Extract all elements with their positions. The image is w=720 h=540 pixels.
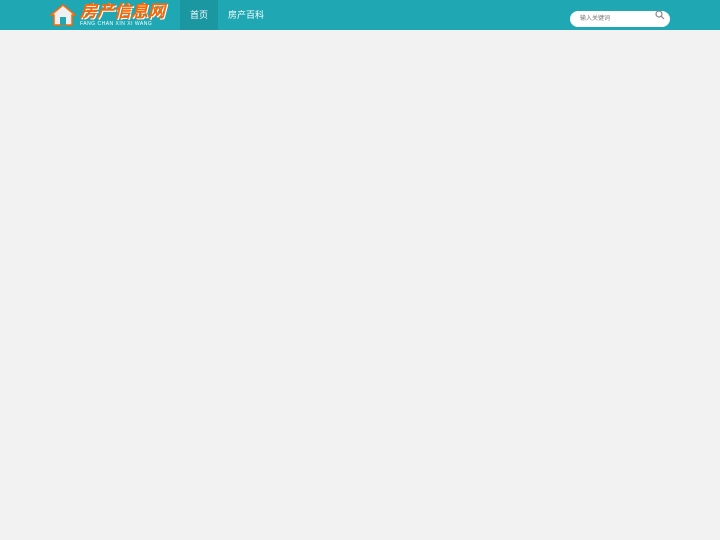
header: 房产信息网 FANG CHAN XIN XI WANG 首页 房产百科 (0, 0, 720, 30)
search-box (570, 7, 670, 27)
house-logo-icon (50, 4, 76, 26)
logo-text: 房产信息网 FANG CHAN XIN XI WANG (80, 3, 165, 28)
logo-subtitle: FANG CHAN XIN XI WANG (80, 20, 153, 27)
site-logo[interactable]: 房产信息网 FANG CHAN XIN XI WANG (50, 3, 180, 28)
search-icon[interactable] (655, 10, 665, 20)
logo-title: 房产信息网 (80, 1, 165, 21)
header-inner: 房产信息网 FANG CHAN XIN XI WANG 首页 房产百科 (0, 0, 720, 30)
nav-tab-home[interactable]: 首页 (180, 0, 219, 30)
main-nav: 首页 房产百科 (180, 0, 274, 30)
nav-tab-encyclopedia[interactable]: 房产百科 (218, 0, 274, 30)
